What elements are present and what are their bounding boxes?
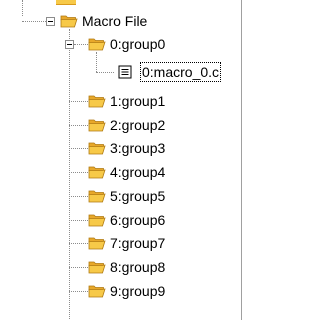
tree-line: [69, 243, 88, 244]
tree-item-group7[interactable]: 7:group7: [110, 234, 165, 252]
tree-line: [22, 0, 23, 16]
folder-icon: [88, 190, 106, 203]
tree-line: [96, 72, 114, 73]
tree-line: [69, 291, 88, 292]
panel-border: [241, 0, 242, 320]
tree-line: [69, 148, 88, 149]
collapse-toggle-icon[interactable]: [46, 17, 55, 26]
file-icon: [118, 65, 132, 79]
tree-item-group5[interactable]: 5:group5: [110, 187, 165, 205]
folder-icon: [88, 95, 106, 108]
tree-item-group1[interactable]: 1:group1: [110, 92, 165, 110]
folder-icon: [88, 261, 106, 274]
tree-line: [69, 172, 88, 173]
tree-root-label[interactable]: Macro File: [82, 12, 147, 30]
tree-line: [69, 125, 88, 126]
folder-open-icon: [88, 38, 106, 51]
tree-line: [22, 21, 46, 22]
tree-line: [96, 52, 97, 72]
tree-item-group6[interactable]: 6:group6: [110, 211, 165, 229]
tree-item-group3[interactable]: 3:group3: [110, 139, 165, 157]
collapse-toggle-icon[interactable]: [65, 40, 74, 49]
folder-open-icon: [60, 15, 78, 28]
folder-icon: [88, 142, 106, 155]
folder-icon: [88, 237, 106, 250]
tree-item-group2[interactable]: 2:group2: [110, 116, 165, 134]
tree-item-group8[interactable]: 8:group8: [110, 258, 165, 276]
tree-item-group9[interactable]: 9:group9: [110, 282, 165, 300]
tree-line: [69, 267, 88, 268]
tree-line: [74, 44, 88, 45]
folder-icon: [88, 285, 106, 298]
parent-folder-icon: [56, 0, 76, 5]
tree-line: [69, 101, 88, 102]
folder-icon: [88, 166, 106, 179]
folder-icon: [88, 119, 106, 132]
tree-line: [69, 29, 70, 319]
tree-item-group4[interactable]: 4:group4: [110, 163, 165, 181]
tree-line: [69, 196, 88, 197]
folder-icon: [88, 214, 106, 227]
tree-line: [69, 220, 88, 221]
tree-item-macro-file[interactable]: 0:macro_0.c: [140, 62, 222, 82]
macro-tree-panel: Macro File 0:group0 0:macro_0.c 1:group1…: [0, 0, 246, 320]
tree-item-group0[interactable]: 0:group0: [110, 35, 165, 53]
